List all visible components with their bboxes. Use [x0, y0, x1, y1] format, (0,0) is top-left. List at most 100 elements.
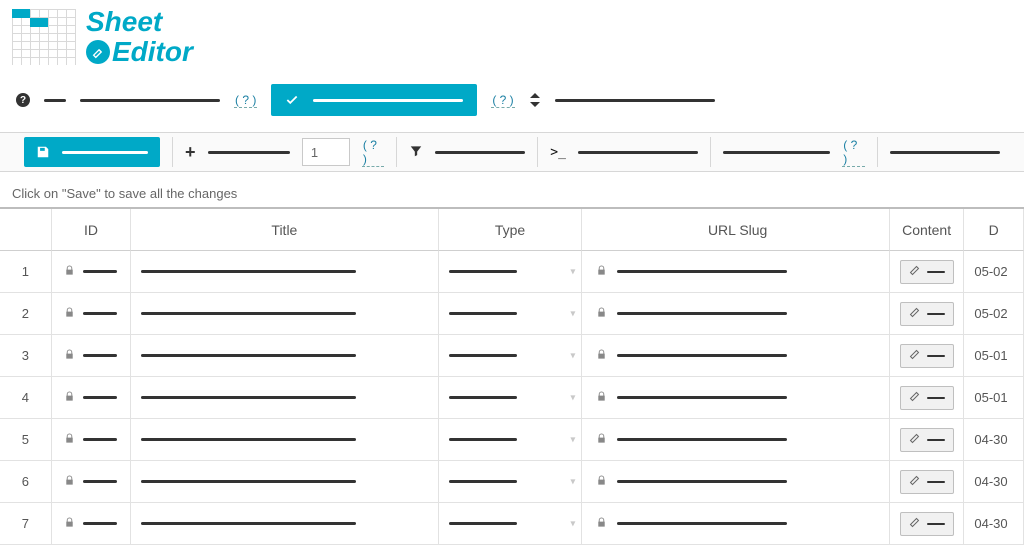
edit-content-button[interactable] [900, 302, 954, 326]
cell-date[interactable]: 05-02 [964, 293, 1024, 334]
cell-title[interactable] [131, 293, 438, 334]
cell-text-redacted [83, 312, 117, 315]
cell-content [890, 419, 965, 460]
date-text: 05-01 [974, 348, 1007, 363]
cell-url-slug[interactable] [582, 503, 889, 544]
rownum: 1 [0, 251, 52, 292]
rownum: 4 [0, 377, 52, 418]
cell-type[interactable]: ▾ [439, 335, 583, 376]
lock-icon [64, 348, 75, 364]
cell-date[interactable]: 04-30 [964, 461, 1024, 502]
cell-url-slug[interactable] [582, 419, 889, 460]
date-text: 05-01 [974, 390, 1007, 405]
cell-date[interactable]: 04-30 [964, 503, 1024, 544]
help-icon[interactable]: ? [16, 93, 30, 107]
cell-date[interactable]: 05-01 [964, 335, 1024, 376]
cell-text-redacted [83, 480, 117, 483]
dropdown-icon[interactable]: ▾ [570, 266, 575, 277]
edit-content-button[interactable] [900, 386, 954, 410]
cell-url-slug[interactable] [582, 335, 889, 376]
col-type[interactable]: Type [439, 209, 583, 251]
cell-url-slug[interactable] [582, 377, 889, 418]
cell-url-slug[interactable] [582, 293, 889, 334]
edit-content-button[interactable] [900, 512, 954, 536]
cell-id[interactable] [52, 419, 131, 460]
button-label-redacted [927, 523, 945, 525]
option-text-redacted [44, 99, 66, 102]
add-button[interactable]: + [185, 142, 196, 163]
cell-text-redacted [449, 312, 517, 315]
terminal-icon[interactable]: >_ [550, 145, 566, 160]
col-title[interactable]: Title [131, 209, 438, 251]
cell-id[interactable] [52, 503, 131, 544]
edit-content-button[interactable] [900, 428, 954, 452]
cell-type[interactable]: ▾ [439, 377, 583, 418]
cell-url-slug[interactable] [582, 461, 889, 502]
cell-title[interactable] [131, 335, 438, 376]
cell-url-slug[interactable] [582, 251, 889, 292]
cell-text-redacted [617, 522, 787, 525]
cell-title[interactable] [131, 419, 438, 460]
pencil-icon [909, 432, 921, 447]
cell-title[interactable] [131, 461, 438, 502]
toolbar-text-redacted [723, 151, 830, 154]
cell-type[interactable]: ▾ [439, 503, 583, 544]
tooltip-link[interactable]: ( ? ) [491, 93, 514, 108]
cell-content [890, 335, 965, 376]
dropdown-icon[interactable]: ▾ [570, 308, 575, 319]
lock-icon [64, 516, 75, 532]
col-date[interactable]: D [964, 209, 1024, 251]
save-button[interactable] [24, 137, 160, 167]
lock-icon [596, 432, 607, 448]
dropdown-icon[interactable]: ▾ [570, 476, 575, 487]
logo: Sheet Editor [0, 0, 1024, 74]
rownum: 6 [0, 461, 52, 502]
table-row: 4 ▾ 05-01 [0, 377, 1024, 419]
filter-icon[interactable] [409, 144, 423, 161]
logo-line1: Sheet [86, 8, 193, 36]
cell-text-redacted [141, 522, 356, 525]
cell-date[interactable]: 04-30 [964, 419, 1024, 460]
cell-content [890, 503, 965, 544]
edit-content-button[interactable] [900, 344, 954, 368]
cell-title[interactable] [131, 503, 438, 544]
dropdown-icon[interactable]: ▾ [570, 350, 575, 361]
tooltip-link[interactable]: ( ? ) [362, 138, 384, 167]
cell-type[interactable]: ▾ [439, 251, 583, 292]
cell-id[interactable] [52, 377, 131, 418]
col-slug[interactable]: URL Slug [582, 209, 889, 251]
sort-icon[interactable] [529, 93, 541, 107]
col-content[interactable]: Content [890, 209, 965, 251]
cell-id[interactable] [52, 461, 131, 502]
cell-type[interactable]: ▾ [439, 461, 583, 502]
cell-content [890, 377, 965, 418]
option-text-redacted [80, 99, 220, 102]
cell-type[interactable]: ▾ [439, 293, 583, 334]
toolbar: + ( ? ) >_ ( ? ) [0, 132, 1024, 172]
grid-header-row: ID Title Type URL Slug Content D [0, 209, 1024, 251]
cell-title[interactable] [131, 377, 438, 418]
col-id[interactable]: ID [52, 209, 131, 251]
cell-text-redacted [83, 270, 117, 273]
edit-content-button[interactable] [900, 470, 954, 494]
page-number-input[interactable] [302, 138, 350, 166]
cell-text-redacted [617, 312, 787, 315]
dropdown-icon[interactable]: ▾ [570, 518, 575, 529]
cell-title[interactable] [131, 251, 438, 292]
active-option-pill[interactable] [271, 84, 477, 116]
edit-badge-icon [86, 40, 110, 64]
cell-id[interactable] [52, 293, 131, 334]
dropdown-icon[interactable]: ▾ [570, 392, 575, 403]
dropdown-icon[interactable]: ▾ [570, 434, 575, 445]
cell-text-redacted [617, 480, 787, 483]
cell-id[interactable] [52, 335, 131, 376]
cell-id[interactable] [52, 251, 131, 292]
cell-type[interactable]: ▾ [439, 419, 583, 460]
pencil-icon [909, 306, 921, 321]
cell-date[interactable]: 05-02 [964, 251, 1024, 292]
tooltip-link[interactable]: ( ? ) [842, 138, 865, 167]
tooltip-link[interactable]: ( ? ) [234, 93, 257, 108]
cell-text-redacted [449, 438, 517, 441]
edit-content-button[interactable] [900, 260, 954, 284]
cell-date[interactable]: 05-01 [964, 377, 1024, 418]
